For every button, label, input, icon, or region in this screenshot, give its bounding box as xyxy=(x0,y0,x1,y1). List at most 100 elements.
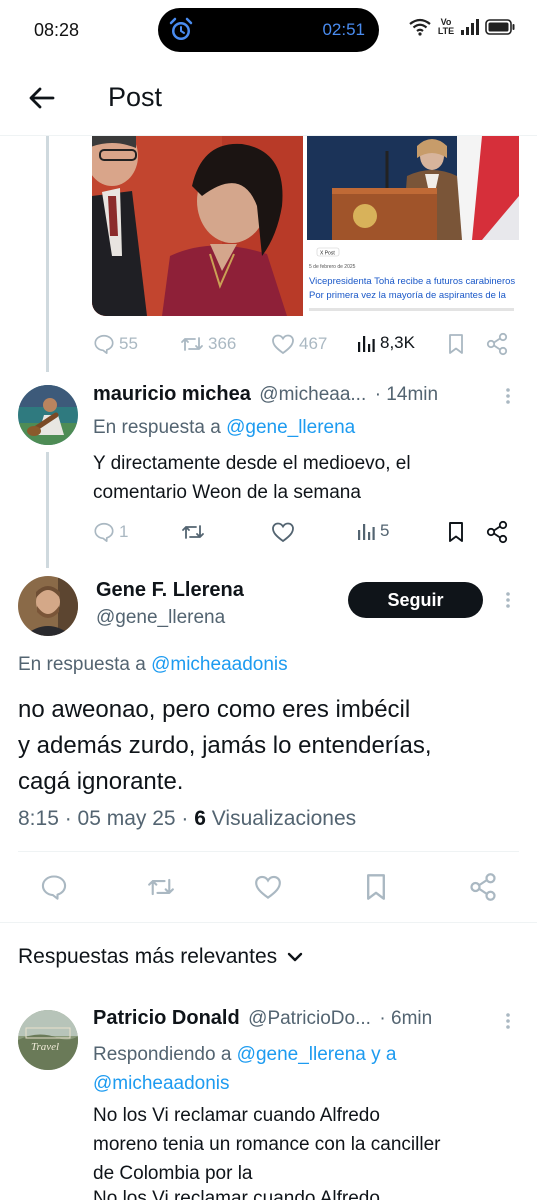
reply-count: 55 xyxy=(119,334,138,353)
views-button[interactable]: 8,3K xyxy=(356,333,415,353)
author-name[interactable]: mauricio michea xyxy=(93,383,251,405)
text-line: No los Vi reclamar cuando Alfredo xyxy=(93,1105,380,1126)
views-count: 6 xyxy=(194,807,206,830)
thread-line xyxy=(46,452,49,568)
post-time[interactable]: · 6min xyxy=(379,1008,432,1029)
repost-button[interactable]: 366 xyxy=(180,333,236,355)
like-count: 467 xyxy=(299,334,328,353)
repost-icon xyxy=(182,525,204,539)
media-photo-left[interactable] xyxy=(92,136,303,316)
repost-icon[interactable] xyxy=(145,874,177,900)
avatar-mauricio[interactable] xyxy=(18,385,78,445)
like-button[interactable] xyxy=(271,521,295,543)
comment-icon xyxy=(94,522,114,542)
reply-prefix: En respuesta a xyxy=(93,417,221,438)
avatar-image xyxy=(18,385,78,445)
media-caption-1: Vicepresidenta Tohá recibe a futuros car… xyxy=(309,276,515,287)
reply-1-header: mauricio michea @micheaa... · 14min xyxy=(93,383,483,406)
media-photo-right[interactable]: X Post 5 de febrero de 2025 Vicepresiden… xyxy=(307,136,519,316)
repost-icon xyxy=(181,337,203,351)
reply-context: En respuesta a @gene_llerena xyxy=(93,417,355,439)
views-count: 5 xyxy=(380,521,390,540)
top-app-bar: Post xyxy=(0,62,537,136)
author-name[interactable]: Patricio Donald xyxy=(93,1007,240,1029)
signal-icon xyxy=(461,19,479,35)
like-button[interactable]: 467 xyxy=(271,333,327,355)
avatar-image: Travel xyxy=(18,1010,78,1070)
share-icon[interactable] xyxy=(486,332,508,356)
post-meta: 8:15 · 05 may 25 · 6 Visualizaciones xyxy=(18,807,356,831)
media-caption-2: Por primera vez la mayoría de aspirantes… xyxy=(309,290,507,301)
repost-button[interactable] xyxy=(180,521,206,543)
text-line: cagá ignorante. xyxy=(18,768,184,795)
text-line: No los Vi reclamar cuando Alfredo xyxy=(93,1188,380,1200)
heart-icon xyxy=(272,522,294,543)
alarm-icon xyxy=(169,17,193,40)
reply-2-text: No los Vi reclamar cuando Alfredo moreno… xyxy=(93,1101,533,1200)
chevron-down-icon xyxy=(287,952,303,962)
more-options-icon[interactable] xyxy=(498,590,518,610)
replies-sort-dropdown[interactable]: Respuestas más relevantes xyxy=(18,945,303,969)
volte-icon: Vo LTE xyxy=(437,17,455,36)
author-handle[interactable]: @PatricioDo... xyxy=(248,1008,371,1029)
media-tag: X Post xyxy=(320,251,335,257)
reply-2-header: Patricio Donald @PatricioDo... · 6min xyxy=(93,1007,483,1030)
reply-target-link[interactable]: @gene_llerena xyxy=(237,1044,366,1065)
comment-icon[interactable] xyxy=(40,873,68,901)
page-title: Post xyxy=(108,82,163,112)
post-timestamp[interactable]: 8:15 · 05 may 25 · xyxy=(18,807,194,830)
status-time: 08:28 xyxy=(34,20,80,40)
heart-icon xyxy=(272,334,294,355)
text-line: Y directamente desde el medioevo, el xyxy=(93,453,411,474)
bookmark-icon[interactable] xyxy=(446,521,466,543)
reply-target-link[interactable]: @micheaadonis xyxy=(93,1073,230,1094)
reply-button[interactable]: 55 xyxy=(93,333,138,355)
avatar-patricio[interactable]: Travel xyxy=(18,1010,78,1070)
share-icon[interactable] xyxy=(486,520,508,544)
views-count: 8,3K xyxy=(380,333,415,352)
repost-count: 366 xyxy=(208,334,237,353)
main-author-handle[interactable]: @gene_llerena xyxy=(96,607,225,629)
main-author-name[interactable]: Gene F. Llerena xyxy=(96,579,244,602)
views-button[interactable]: 5 xyxy=(356,521,389,541)
post-media[interactable]: X Post 5 de febrero de 2025 Vicepresiden… xyxy=(92,136,519,316)
author-handle[interactable]: @micheaa... xyxy=(259,384,366,405)
bookmark-icon[interactable] xyxy=(363,872,389,902)
reply-joiner: y a xyxy=(371,1044,397,1065)
thread-line xyxy=(46,136,49,372)
wifi-icon xyxy=(409,18,431,36)
divider xyxy=(18,851,519,852)
reply-button[interactable]: 1 xyxy=(93,521,128,543)
avatar-gene[interactable] xyxy=(18,576,78,636)
media-date: 5 de febrero de 2025 xyxy=(309,264,356,270)
post-time[interactable]: · 14min xyxy=(375,384,438,405)
reply-prefix: En respuesta a xyxy=(18,654,146,675)
heart-icon[interactable] xyxy=(253,874,283,900)
share-icon[interactable] xyxy=(469,872,497,902)
avatar-image xyxy=(18,576,78,636)
dynamic-island[interactable]: 02:51 xyxy=(158,8,379,52)
divider xyxy=(0,922,537,923)
text-line: moreno tenia un romance con la canciller xyxy=(93,1134,441,1155)
island-timer: 02:51 xyxy=(322,20,365,39)
arrow-left-icon[interactable] xyxy=(24,80,60,116)
avatar-text: Travel xyxy=(31,1041,59,1053)
views-chart-icon xyxy=(358,524,375,540)
status-bar: 08:28 02:51 Vo LTE xyxy=(0,0,537,62)
more-options-icon[interactable] xyxy=(498,386,518,406)
reply-target-link[interactable]: @gene_llerena xyxy=(226,417,355,438)
more-options-icon[interactable] xyxy=(498,1011,518,1031)
main-reply-context: En respuesta a @micheaadonis xyxy=(18,654,288,676)
main-post-text: no aweonao, pero como eres imbécil y ade… xyxy=(18,692,523,800)
text-line: comentario Weon de la semana xyxy=(93,482,361,503)
views-label: Visualizaciones xyxy=(211,807,357,830)
photo-two-people xyxy=(92,136,303,316)
reply-1-text: Y directamente desde el medioevo, el com… xyxy=(93,449,513,507)
reply-2-context: Respondiendo a @gene_llerena y a @michea… xyxy=(93,1040,513,1098)
follow-button[interactable]: Seguir xyxy=(348,582,483,618)
reply-prefix: Respondiendo a xyxy=(93,1044,232,1065)
photo-podium: X Post 5 de febrero de 2025 Vicepresiden… xyxy=(307,136,519,316)
bookmark-icon[interactable] xyxy=(446,333,466,355)
reply-target-link[interactable]: @micheaadonis xyxy=(151,654,288,675)
views-chart-icon xyxy=(358,336,375,352)
